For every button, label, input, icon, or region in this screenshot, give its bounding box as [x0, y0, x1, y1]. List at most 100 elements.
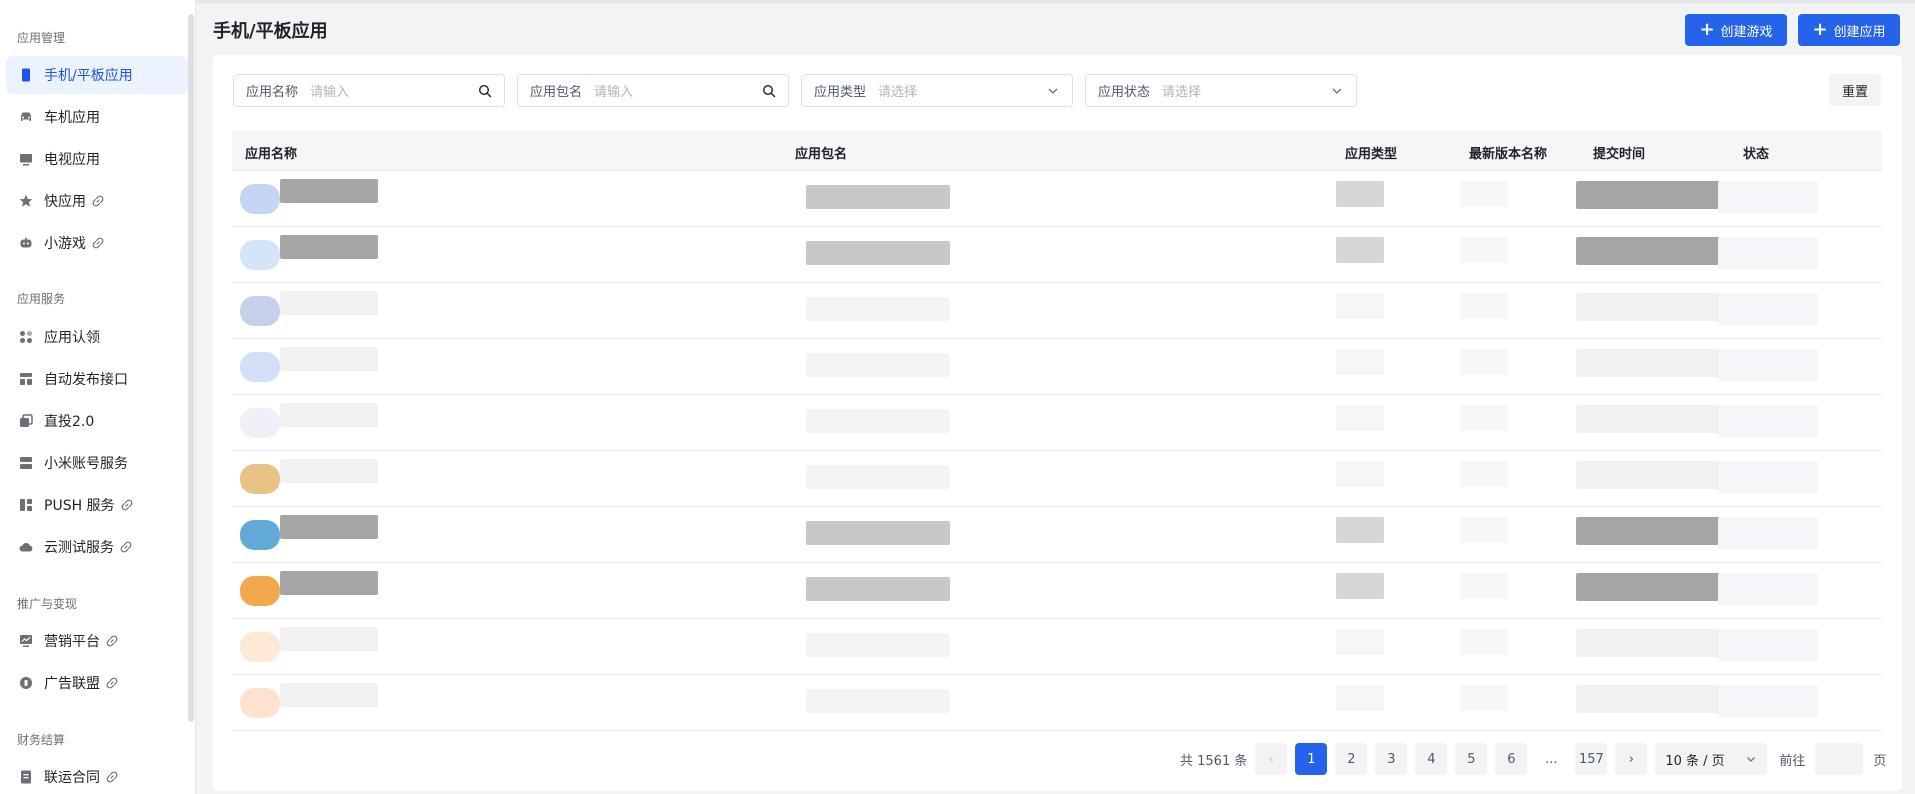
- redacted-type: [1336, 349, 1384, 375]
- redacted-type: [1336, 573, 1384, 599]
- app-type-select[interactable]: 应用类型 请选择: [801, 74, 1073, 107]
- top-divider: [196, 0, 1915, 3]
- apps-icon: [19, 330, 33, 344]
- redacted-app-name: [280, 291, 378, 315]
- nav-group-title-app-services: 应用服务: [17, 292, 66, 306]
- redacted-type: [1336, 685, 1384, 711]
- table-row[interactable]: [232, 619, 1882, 675]
- reset-button[interactable]: 重置: [1829, 74, 1881, 106]
- search-icon[interactable]: [478, 84, 492, 98]
- redacted-app-name: [280, 179, 378, 203]
- app-name-search-input[interactable]: 请输入: [310, 81, 478, 100]
- search-icon[interactable]: [762, 84, 776, 98]
- table-row[interactable]: [232, 395, 1882, 451]
- create-app-label: 创建应用: [1833, 24, 1886, 40]
- pagination-ellipsis[interactable]: ...: [1535, 752, 1567, 767]
- page-button-6[interactable]: 6: [1495, 743, 1528, 775]
- table-row[interactable]: [232, 283, 1882, 339]
- sidebar-item-label: 营销平台: [44, 634, 100, 650]
- redacted-package: [806, 633, 950, 657]
- pagination-total: 共 1561 条: [1180, 753, 1248, 769]
- sidebar-item-tv-apps[interactable]: 电视应用: [6, 140, 188, 178]
- redacted-status: [1718, 293, 1818, 325]
- page-button-1[interactable]: 1: [1295, 743, 1328, 775]
- sidebar-item-mini-games[interactable]: 小游戏: [6, 224, 188, 262]
- external-link-icon: [92, 237, 104, 249]
- pagination: 共 1561 条 ‹ 1 2 3 4 5 6 ... 157 › 10 条 / …: [1180, 743, 1886, 775]
- sidebar-item-quick-apps[interactable]: 快应用: [6, 182, 188, 220]
- nav-group-title-app-management: 应用管理: [17, 31, 66, 45]
- app-name-filter[interactable]: 应用名称 请输入: [233, 74, 505, 107]
- sidebar-item-push-service[interactable]: PUSH 服务: [6, 486, 188, 524]
- page-button-2[interactable]: 2: [1335, 743, 1368, 775]
- content-card: 应用名称 请输入 应用包名 请输入 应用类型 请选择 应用状态 请选择 重置 应…: [213, 55, 1902, 791]
- sidebar-item-direct-delivery[interactable]: 直投2.0: [6, 402, 188, 440]
- sidebar-item-phone-tablet-apps[interactable]: 手机/平板应用: [6, 56, 188, 94]
- table-row[interactable]: [232, 675, 1882, 731]
- sidebar-item-ad-alliance[interactable]: 广告联盟: [6, 664, 188, 702]
- app-icon: [240, 408, 280, 438]
- package-filter[interactable]: 应用包名 请输入: [517, 74, 789, 107]
- sidebar-item-label: 手机/平板应用: [44, 68, 133, 84]
- redacted-app-name: [280, 403, 378, 427]
- copy-icon: [19, 414, 33, 428]
- sidebar-item-app-claim[interactable]: 应用认领: [6, 318, 188, 356]
- table-row[interactable]: [232, 563, 1882, 619]
- create-game-button[interactable]: + 创建游戏: [1685, 14, 1787, 46]
- prev-page-button[interactable]: ‹: [1255, 743, 1288, 775]
- redacted-version: [1460, 181, 1508, 207]
- app-status-select[interactable]: 应用状态 请选择: [1085, 74, 1357, 107]
- nav-group-title-finance: 财务结算: [17, 733, 66, 747]
- redacted-version: [1460, 349, 1508, 375]
- redacted-package: [806, 689, 950, 713]
- sidebar-item-xiaomi-account[interactable]: 小米账号服务: [6, 444, 188, 482]
- redacted-version: [1460, 405, 1508, 431]
- table-body: [232, 171, 1882, 731]
- redacted-status: [1718, 629, 1818, 661]
- redacted-submit-time: [1576, 293, 1720, 321]
- page-button-5[interactable]: 5: [1455, 743, 1488, 775]
- external-link-icon: [106, 771, 118, 783]
- external-link-icon: [121, 499, 133, 511]
- redacted-status: [1718, 461, 1818, 493]
- app-icon: [240, 296, 280, 326]
- app-icon: [240, 520, 280, 550]
- page-size-value: 10 条 / 页: [1665, 753, 1725, 769]
- app-icon: [240, 576, 280, 606]
- page-button-3[interactable]: 3: [1375, 743, 1408, 775]
- redacted-status: [1718, 349, 1818, 381]
- sidebar: 应用管理 手机/平板应用 车机应用 电视应用 快应用 小游戏 应用服务 应用认领…: [0, 0, 196, 794]
- table-row[interactable]: [232, 171, 1882, 227]
- table-row[interactable]: [232, 451, 1882, 507]
- sidebar-item-joint-operation-contract[interactable]: 联运合同: [6, 758, 188, 794]
- package-search-input[interactable]: 请输入: [594, 81, 762, 100]
- next-page-button[interactable]: ›: [1615, 743, 1648, 775]
- column-header-type: 应用类型: [1345, 147, 1398, 162]
- redacted-submit-time: [1576, 237, 1720, 265]
- page-button-4[interactable]: 4: [1415, 743, 1448, 775]
- page-size-select[interactable]: 10 条 / 页: [1655, 743, 1768, 775]
- redacted-app-name: [280, 347, 378, 371]
- sidebar-item-auto-publish-api[interactable]: 自动发布接口: [6, 360, 188, 398]
- sidebar-item-cloud-testing[interactable]: 云测试服务: [6, 528, 188, 566]
- create-app-button[interactable]: + 创建应用: [1798, 14, 1900, 46]
- table-row[interactable]: [232, 507, 1882, 563]
- nav-group-title-promotion: 推广与变现: [17, 597, 78, 611]
- sidebar-scrollbar[interactable]: [188, 14, 194, 722]
- app-icon: [240, 352, 280, 382]
- external-link-icon: [106, 635, 118, 647]
- page-button-last[interactable]: 157: [1575, 743, 1608, 775]
- app-status-select-label: 应用状态: [1098, 85, 1151, 100]
- redacted-type: [1336, 293, 1384, 319]
- sidebar-item-car-apps[interactable]: 车机应用: [6, 98, 188, 136]
- redacted-version: [1460, 685, 1508, 711]
- page-title: 手机/平板应用: [213, 21, 328, 42]
- create-game-label: 创建游戏: [1720, 24, 1773, 40]
- table-row[interactable]: [232, 227, 1882, 283]
- sidebar-item-label: 云测试服务: [44, 540, 114, 556]
- redacted-app-name: [280, 627, 378, 651]
- sidebar-item-marketing-platform[interactable]: 营销平台: [6, 622, 188, 660]
- table-row[interactable]: [232, 339, 1882, 395]
- jump-to-page-input[interactable]: [1815, 743, 1864, 775]
- redacted-submit-time: [1576, 405, 1720, 433]
